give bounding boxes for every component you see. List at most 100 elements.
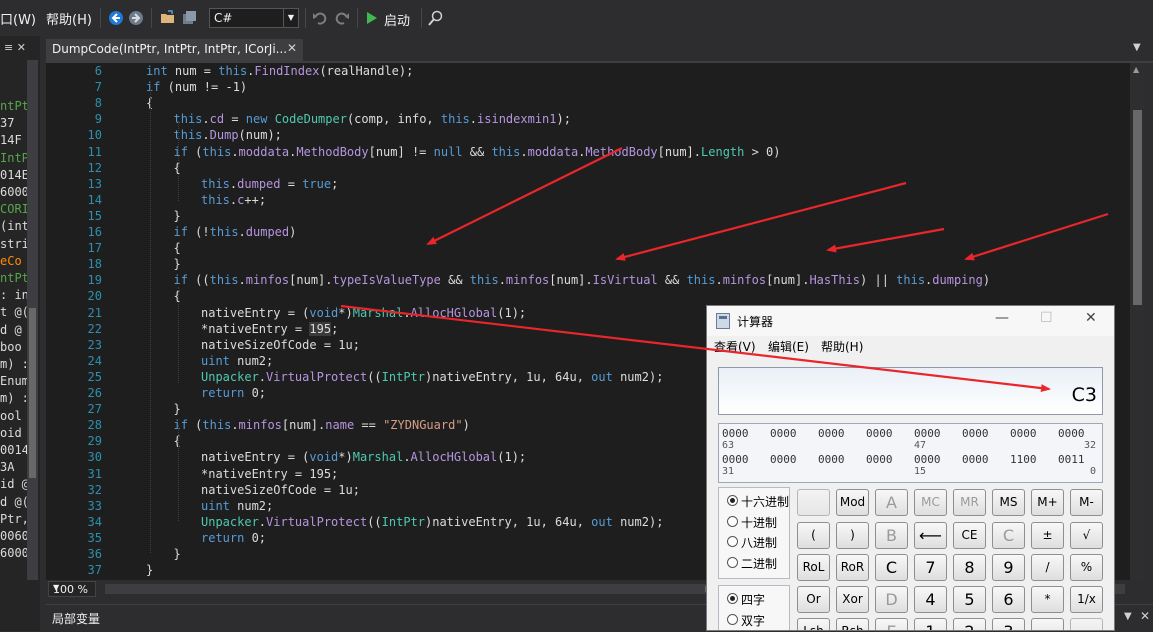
key-8[interactable]: 8 — [953, 554, 986, 581]
key-C[interactable]: C — [875, 554, 908, 581]
close-icon[interactable]: ✕ — [287, 41, 297, 55]
menu-view[interactable]: 查看(V) — [714, 338, 756, 355]
forward-icon[interactable] — [128, 10, 144, 26]
tree-item[interactable]: ntPt — [0, 99, 29, 113]
left-panel-scroll-thumb[interactable] — [29, 308, 36, 478]
back-icon[interactable] — [108, 10, 124, 26]
key-4[interactable]: 4 — [914, 586, 947, 613]
chevron-down-icon[interactable]: ▼ — [283, 9, 298, 27]
tree-item[interactable]: 14F — [0, 133, 22, 147]
key-3[interactable]: 3 — [992, 618, 1025, 630]
key-B[interactable]: B — [875, 522, 908, 549]
editor-scroll-thumb[interactable] — [1133, 110, 1142, 305]
key-1[interactable]: 1 — [914, 618, 947, 630]
tree-item[interactable]: 0014 — [0, 443, 29, 457]
tree-item[interactable]: id @ — [0, 477, 29, 491]
search-icon[interactable] — [428, 10, 444, 26]
tab-overflow-icon[interactable]: ▼ — [1133, 42, 1141, 53]
key-Mod[interactable]: Mod — [836, 489, 869, 516]
tree-item[interactable]: oid — [0, 426, 22, 440]
key-symbol[interactable]: % — [1070, 554, 1103, 581]
tree-item[interactable]: 6000 — [0, 546, 29, 560]
tree-item[interactable]: m) : — [0, 391, 29, 405]
tree-item[interactable]: eCo — [0, 254, 22, 268]
key-Or[interactable]: Or — [797, 586, 830, 613]
radio-icon[interactable] — [727, 536, 738, 547]
radio-icon[interactable] — [727, 495, 738, 506]
radio-icon[interactable] — [727, 556, 738, 568]
radio-icon[interactable] — [727, 613, 738, 625]
tree-item[interactable]: boo — [0, 340, 22, 354]
key-1x[interactable]: 1/x — [1070, 586, 1103, 613]
menu-edit[interactable]: 编辑(E) — [768, 338, 809, 355]
radix-option[interactable]: 八进制 — [727, 534, 777, 551]
key-E[interactable]: E — [875, 618, 908, 630]
menu-help[interactable]: 帮助(H) — [46, 9, 92, 28]
tree-item[interactable]: Ptr, — [0, 512, 29, 526]
tree-item[interactable]: d @( — [0, 495, 29, 509]
tree-item[interactable]: 014E — [0, 168, 29, 182]
left-panel-scrollbar[interactable] — [27, 60, 38, 580]
key-RoL[interactable]: RoL — [797, 554, 830, 581]
scroll-up-icon[interactable]: ▲ — [1133, 65, 1139, 74]
undo-icon[interactable] — [312, 10, 328, 26]
key-D[interactable]: D — [875, 586, 908, 613]
close-icon[interactable]: ✕ — [1085, 310, 1097, 326]
tree-item[interactable]: 6000 — [0, 185, 29, 199]
tree-item[interactable]: d @ — [0, 323, 22, 337]
key-CE[interactable]: CE — [953, 522, 986, 549]
key-symbol[interactable]: / — [1031, 554, 1064, 581]
open-folder-icon[interactable] — [160, 10, 176, 26]
editor-vertical-scrollbar[interactable]: ▲ — [1130, 63, 1145, 580]
minimize-icon[interactable]: — — [995, 310, 1009, 326]
close-icon[interactable]: ✕ — [1140, 609, 1150, 623]
key-symbol[interactable]: ⟵ — [914, 522, 947, 549]
language-select[interactable]: C# ▼ — [209, 8, 299, 28]
key-MS[interactable]: MS — [992, 489, 1025, 516]
zoom-select[interactable]: 100 % ▼ — [48, 581, 96, 597]
key-Rsh[interactable]: Rsh — [836, 618, 869, 630]
key-2[interactable]: 2 — [953, 618, 986, 630]
key-symbol[interactable]: √ — [1070, 522, 1103, 549]
tree-item[interactable]: 0060 — [0, 529, 29, 543]
key-MR[interactable]: MR — [953, 489, 986, 516]
tree-item[interactable]: CORI — [0, 202, 29, 216]
word-size-option[interactable]: 四字 — [727, 591, 765, 608]
tree-item[interactable]: m) : — [0, 357, 29, 371]
menu-window[interactable]: 口(W) — [0, 9, 36, 28]
key-9[interactable]: 9 — [992, 554, 1025, 581]
key-symbol[interactable]: * — [1031, 586, 1064, 613]
calculator-titlebar[interactable]: 计算器 — ☐ ✕ — [707, 306, 1114, 336]
radio-icon[interactable] — [727, 593, 738, 604]
tree-item[interactable]: 3A — [0, 460, 14, 474]
redo-icon[interactable] — [334, 10, 350, 26]
chevron-down-icon[interactable]: ▼ — [53, 583, 92, 592]
key-C[interactable]: C — [992, 522, 1025, 549]
panel-dropdown-icon[interactable]: ▼ — [1124, 611, 1132, 622]
key-symbol[interactable]: ) — [836, 522, 869, 549]
tab-dumpcode[interactable]: DumpCode(IntPtr, IntPtr, IntPtr, ICorJi.… — [46, 39, 303, 61]
key-A[interactable]: A — [875, 489, 908, 516]
tree-item[interactable]: Enum — [0, 374, 29, 388]
radix-option[interactable]: 十六进制 — [727, 493, 789, 510]
calculator-window[interactable]: 计算器 — ☐ ✕ 查看(V) 编辑(E) 帮助(H) C3 0000 0000 0… — [706, 305, 1115, 631]
tree-item[interactable]: ntPt — [0, 271, 29, 285]
save-all-icon[interactable] — [181, 10, 197, 26]
key-M[interactable]: M- — [1070, 489, 1103, 516]
key-symbol[interactable]: ± — [1031, 522, 1064, 549]
radio-icon[interactable] — [727, 515, 738, 527]
key-symbol[interactable]: - — [1031, 618, 1064, 630]
key-symbol[interactable]: ( — [797, 522, 830, 549]
key-MC[interactable]: MC — [914, 489, 947, 516]
tree-item[interactable]: IntP — [0, 151, 29, 165]
key-5[interactable]: 5 — [953, 586, 986, 613]
key-Lsh[interactable]: Lsh — [797, 618, 830, 630]
radix-option[interactable]: 十进制 — [727, 514, 777, 531]
tree-item[interactable]: t @( — [0, 305, 29, 319]
radix-option[interactable]: 二进制 — [727, 555, 777, 572]
key-Xor[interactable]: Xor — [836, 586, 869, 613]
key-RoR[interactable]: RoR — [836, 554, 869, 581]
start-button[interactable]: 启动 — [366, 8, 418, 29]
key-6[interactable]: 6 — [992, 586, 1025, 613]
tree-item[interactable]: 37 — [0, 116, 14, 130]
